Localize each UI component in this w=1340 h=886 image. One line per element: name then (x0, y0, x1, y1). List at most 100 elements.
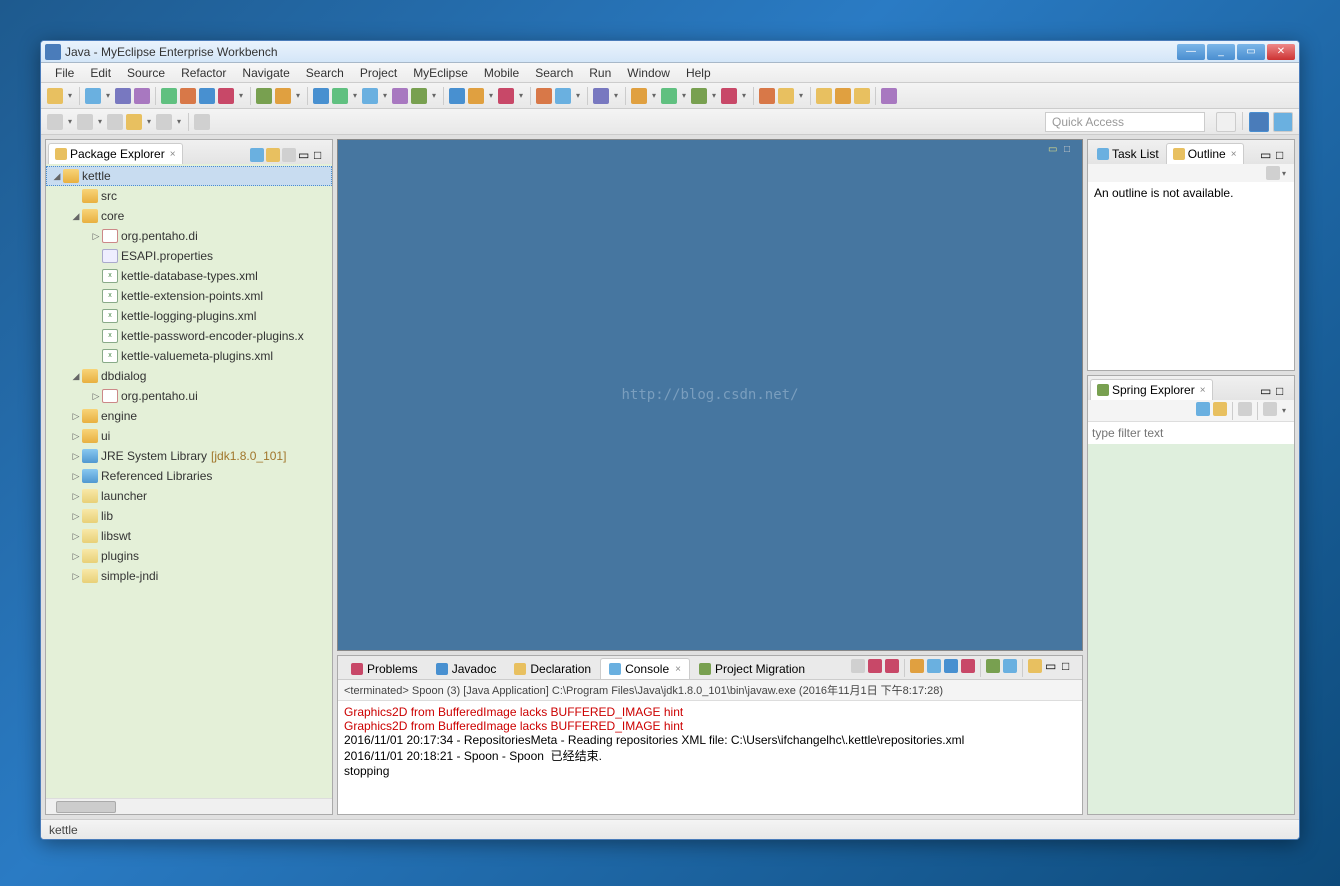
tree-core-pkg[interactable]: ▷org.pentaho.di (46, 226, 332, 246)
dropdown-icon[interactable]: ▾ (294, 91, 302, 100)
nav-back-icon[interactable] (126, 114, 142, 130)
menu-navigate[interactable]: Navigate (236, 64, 295, 82)
expand-icon[interactable]: ▷ (70, 531, 82, 542)
debug-config-icon[interactable] (631, 88, 647, 104)
deploy-icon[interactable] (362, 88, 378, 104)
new-pkg-icon[interactable] (778, 88, 794, 104)
lock-icon[interactable] (536, 88, 552, 104)
minimize-view-icon[interactable]: ▭ (298, 148, 312, 162)
menu-window[interactable]: Window (621, 64, 676, 82)
web-icon[interactable] (411, 88, 427, 104)
browser-icon[interactable] (468, 88, 484, 104)
dropdown-icon[interactable]: ▾ (237, 91, 245, 100)
expand-icon[interactable]: ▷ (90, 231, 102, 242)
server-icon[interactable] (332, 88, 348, 104)
folder2-icon[interactable] (835, 88, 851, 104)
new-icon[interactable] (47, 88, 63, 104)
editor-area[interactable]: ▭ □ http://blog.csdn.net/ (337, 139, 1083, 651)
star-icon[interactable] (275, 88, 291, 104)
tab-task-list[interactable]: Task List (1090, 143, 1166, 164)
dropdown-icon[interactable]: ▾ (710, 91, 718, 100)
tree-esapi[interactable]: ESAPI.properties (46, 246, 332, 266)
menu-refactor[interactable]: Refactor (175, 64, 232, 82)
expand-icon[interactable]: ▷ (90, 391, 102, 402)
dropdown-icon[interactable]: ▾ (740, 91, 748, 100)
tree-engine[interactable]: ▷engine (46, 406, 332, 426)
show-stderr-icon[interactable] (961, 659, 975, 673)
scroll-lock-icon[interactable] (927, 659, 941, 673)
tab-spring-explorer[interactable]: Spring Explorer× (1090, 379, 1213, 400)
collapse-all-icon[interactable] (250, 148, 264, 162)
link-editor-icon[interactable] (1213, 402, 1227, 416)
dropdown-icon[interactable]: ▾ (797, 91, 805, 100)
hammer-icon[interactable] (218, 88, 234, 104)
minimize2-button[interactable]: _ (1207, 44, 1235, 60)
close-button[interactable]: ✕ (1267, 44, 1295, 60)
globe-icon[interactable] (449, 88, 465, 104)
menu-help[interactable]: Help (680, 64, 717, 82)
view-menu-icon[interactable] (1266, 166, 1280, 180)
dropdown-icon[interactable]: ▾ (680, 91, 688, 100)
tree-plugins[interactable]: ▷plugins (46, 546, 332, 566)
redo-icon[interactable] (77, 114, 93, 130)
coverage-icon[interactable] (721, 88, 737, 104)
scrollbar-thumb[interactable] (56, 801, 116, 813)
open-perspective-button[interactable] (1216, 112, 1236, 132)
db-icon[interactable] (313, 88, 329, 104)
tab-problems[interactable]: Problems (342, 658, 427, 679)
maximize-view-icon[interactable]: □ (1276, 384, 1290, 398)
menu-mobile[interactable]: Mobile (478, 64, 525, 82)
myeclipse-perspective-button[interactable] (1273, 112, 1293, 132)
console-body[interactable]: Graphics2D from BufferedImage lacks BUFF… (338, 701, 1082, 814)
tab-javadoc[interactable]: Javadoc (427, 658, 506, 679)
undo-icon[interactable] (47, 114, 63, 130)
tab-declaration[interactable]: Declaration (505, 658, 600, 679)
wrench-icon[interactable] (199, 88, 215, 104)
horizontal-scrollbar[interactable] (46, 798, 332, 814)
dropdown-icon[interactable]: ▾ (96, 117, 104, 126)
link-icon[interactable] (498, 88, 514, 104)
tree-xml3[interactable]: xkettle-logging-plugins.xml (46, 306, 332, 326)
tree-dbdialog[interactable]: ◢dbdialog (46, 366, 332, 386)
tool-icon[interactable] (180, 88, 196, 104)
nav-fwd-icon[interactable] (156, 114, 172, 130)
task-icon[interactable] (881, 88, 897, 104)
debug-icon[interactable] (691, 88, 707, 104)
tree-simplejndi[interactable]: ▷simple-jndi (46, 566, 332, 586)
spring-filter-input[interactable] (1088, 422, 1294, 444)
dropdown-icon[interactable]: ▾ (650, 91, 658, 100)
view-menu-icon[interactable] (282, 148, 296, 162)
wand-icon[interactable] (256, 88, 272, 104)
tab-project-migration[interactable]: Project Migration (690, 658, 814, 679)
link-editor-icon[interactable] (266, 148, 280, 162)
sort-icon[interactable] (1263, 402, 1277, 416)
minimize-view-icon[interactable]: ▭ (1260, 384, 1274, 398)
menu-project[interactable]: Project (354, 64, 403, 82)
save-icon[interactable] (85, 88, 101, 104)
dropdown-icon[interactable]: ▾ (66, 91, 74, 100)
display-console-icon[interactable] (1003, 659, 1017, 673)
remove-launch-icon[interactable] (868, 659, 882, 673)
clear-console-icon[interactable] (910, 659, 924, 673)
tree-ui[interactable]: ▷ui (46, 426, 332, 446)
remove-all-icon[interactable] (885, 659, 899, 673)
pin-console-icon[interactable] (986, 659, 1000, 673)
menu-search2[interactable]: Search (529, 64, 579, 82)
tab-console[interactable]: Console× (600, 658, 690, 679)
tree-xml1[interactable]: xkettle-database-types.xml (46, 266, 332, 286)
tree-libswt[interactable]: ▷libswt (46, 526, 332, 546)
maximize-view-icon[interactable]: □ (1062, 659, 1076, 673)
menu-edit[interactable]: Edit (84, 64, 117, 82)
collapse-icon[interactable]: ◢ (70, 371, 82, 382)
dropdown-icon[interactable]: ▾ (351, 91, 359, 100)
print-icon[interactable] (134, 88, 150, 104)
back-icon[interactable] (107, 114, 123, 130)
tab-outline[interactable]: Outline× (1166, 143, 1244, 164)
tree-dbdialog-pkg[interactable]: ▷org.pentaho.ui (46, 386, 332, 406)
menu-myeclipse[interactable]: MyEclipse (407, 64, 474, 82)
dropdown-icon[interactable]: ▾ (487, 91, 495, 100)
pin-icon[interactable] (194, 114, 210, 130)
maximize-view-icon[interactable]: □ (314, 148, 328, 162)
minimize-editor-icon[interactable]: ▭ (1048, 144, 1060, 156)
dropdown-icon[interactable]: ▾ (612, 91, 620, 100)
